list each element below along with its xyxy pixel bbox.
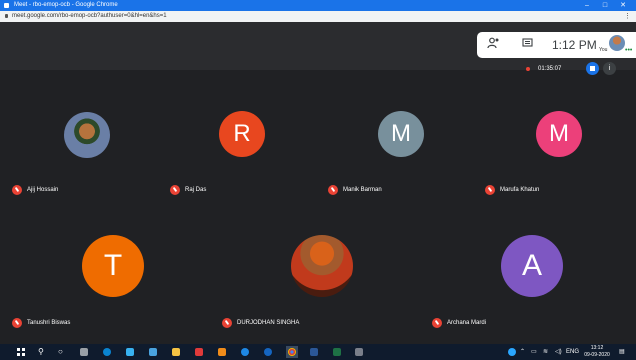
edge-icon[interactable] — [103, 348, 111, 356]
clock-date: 09-09-2020 — [584, 352, 610, 358]
participant-avatar-tanushri: T — [82, 235, 144, 297]
self-avatar[interactable] — [609, 35, 625, 51]
task-view-icon[interactable] — [80, 348, 88, 356]
chrome-icon — [288, 348, 296, 356]
clock-time: 13:12 — [590, 345, 604, 351]
meet-toolbar: 1:12 PM You ••• — [477, 32, 636, 58]
excel-icon[interactable] — [333, 348, 341, 356]
file-explorer-icon[interactable] — [172, 348, 180, 356]
app-icon[interactable] — [241, 348, 249, 356]
minimize-button[interactable]: – — [580, 0, 594, 11]
store-icon[interactable] — [149, 348, 157, 356]
volume-icon[interactable]: ◁) — [555, 347, 562, 357]
participant-photo-ajij — [64, 112, 110, 158]
mic-off-icon — [12, 185, 22, 195]
mic-off-icon — [12, 318, 22, 328]
window-title: Meet - rbo-emop-ocb - Google Chrome — [14, 2, 118, 8]
app-icon[interactable] — [126, 348, 134, 356]
mic-off-icon — [222, 318, 232, 328]
app-icon[interactable] — [355, 348, 363, 356]
battery-icon[interactable]: ▭ — [531, 347, 537, 357]
participant-avatar-manik: M — [378, 111, 424, 157]
meeting-clock: 1:12 PM — [552, 38, 597, 52]
windows-taskbar: ⚲ ○ ⌃ ▭ ≋ ◁) ENG 13:12 09-09-2020 ▤ — [0, 344, 636, 360]
browser-title-bar: Meet - rbo-emop-ocb - Google Chrome – □ … — [0, 0, 636, 11]
participant-photo-durjodhan — [291, 235, 353, 297]
participant-avatar-raj: R — [219, 111, 265, 157]
participant-avatar-marufa: M — [536, 111, 582, 157]
people-icon[interactable] — [487, 37, 500, 53]
maximize-button[interactable]: □ — [598, 0, 612, 11]
more-options-icon[interactable]: ••• — [625, 47, 632, 54]
network-icon[interactable]: ≋ — [543, 347, 548, 357]
close-button[interactable]: ✕ — [616, 0, 630, 11]
notifications-icon[interactable]: ▤ — [619, 347, 625, 357]
mic-off-icon — [485, 185, 495, 195]
meet-favicon-icon — [4, 3, 9, 8]
recording-time: 01:35:07 — [538, 66, 562, 72]
self-label: You — [599, 47, 608, 53]
windows-start-icon[interactable] — [17, 348, 25, 356]
browser-menu-icon[interactable]: ⋮ — [624, 11, 631, 22]
cortana-icon[interactable]: ○ — [58, 347, 63, 357]
show-hidden-icons-icon[interactable]: ⌃ — [520, 347, 525, 357]
app-icon[interactable] — [218, 348, 226, 356]
url-text[interactable]: meet.google.com/rbo-emop-ocb?authuser=0&… — [12, 11, 167, 22]
tray-app-icon[interactable] — [508, 348, 516, 356]
language-indicator[interactable]: ENG — [566, 347, 579, 357]
mic-off-icon — [328, 185, 338, 195]
stop-recording-button[interactable] — [586, 62, 599, 75]
mic-off-icon — [432, 318, 442, 328]
participant-avatar-archana: A — [501, 235, 563, 297]
chat-icon[interactable] — [522, 37, 533, 53]
recording-dot-icon — [526, 67, 530, 71]
recording-indicator: 01:35:07 — [524, 64, 614, 74]
address-bar[interactable]: meet.google.com/rbo-emop-ocb?authuser=0&… — [0, 11, 636, 22]
mic-off-icon — [170, 185, 180, 195]
word-icon[interactable] — [310, 348, 318, 356]
lock-icon — [5, 14, 8, 18]
recording-info-button[interactable]: i — [603, 62, 616, 75]
app-icon[interactable] — [195, 348, 203, 356]
app-icon[interactable] — [264, 348, 272, 356]
search-icon[interactable]: ⚲ — [38, 347, 44, 357]
taskbar-clock[interactable]: 13:12 09-09-2020 — [582, 345, 612, 359]
